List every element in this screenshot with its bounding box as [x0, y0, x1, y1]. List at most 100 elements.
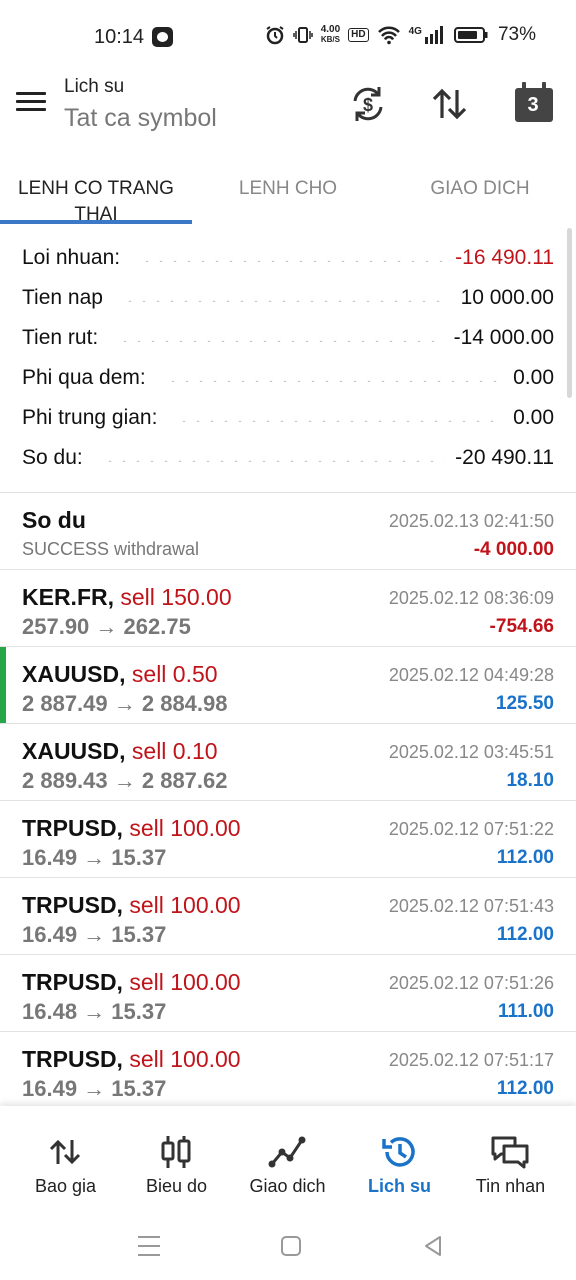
- candlestick-chart-icon: [161, 1136, 191, 1168]
- dotted-leader: [122, 300, 451, 302]
- summary-value: 0.00: [513, 406, 554, 429]
- trade-time: 2025.02.12 04:49:28: [388, 665, 554, 685]
- recent-apps-button[interactable]: [134, 1232, 164, 1260]
- history-tabs: LENH CO TRANG THAI LENH CHO GIAO DICH: [0, 162, 576, 225]
- currency-refresh-button[interactable]: $: [348, 84, 388, 124]
- nav-trade[interactable]: Giao dich: [230, 1106, 345, 1210]
- page-title: Lich su: [64, 76, 125, 97]
- trade-side: sell 0.10: [131, 738, 218, 764]
- chat-messages-icon: [491, 1136, 529, 1169]
- hamburger-menu-icon: [16, 92, 46, 95]
- nav-label: Giao dich: [249, 1176, 326, 1196]
- summary-row-profit: Loi nhuan: -16 490.11: [22, 238, 554, 278]
- nav-label: Bao gia: [34, 1176, 97, 1196]
- summary-row-commission: Phi trung gian: 0.00: [22, 398, 554, 438]
- back-button[interactable]: [418, 1232, 448, 1260]
- network-speed: 4.00 KB/S: [320, 24, 341, 45]
- scrollbar[interactable]: [567, 228, 572, 398]
- calendar-button[interactable]: 3: [514, 82, 554, 122]
- summary-row-withdrawal: Tien rut: -14 000.00: [22, 318, 554, 358]
- summary-panel: Loi nhuan: -16 490.11 Tien nap 10 000.00…: [22, 238, 554, 478]
- trade-prices: 16.49 → 15.37: [22, 845, 167, 870]
- summary-label: Phi qua dem:: [22, 366, 146, 389]
- tab-orders[interactable]: LENH CHO: [192, 176, 384, 202]
- trade-side: sell 0.50: [131, 661, 218, 687]
- cell-signal-icon: [424, 26, 443, 44]
- battery-icon: [453, 27, 488, 43]
- currency-exchange-icon: $: [353, 87, 383, 121]
- tab-deals[interactable]: GIAO DICH: [384, 176, 576, 202]
- balance-entry[interactable]: So du SUCCESS withdrawal 2025.02.13 02:4…: [0, 492, 576, 569]
- battery-percent: 73%: [497, 24, 536, 45]
- hd-badge: HD: [348, 28, 369, 42]
- nav-chart[interactable]: Bieu do: [119, 1106, 234, 1210]
- trade-time: 2025.02.12 08:36:09: [388, 588, 554, 608]
- dotted-leader: [165, 380, 504, 382]
- trade-row[interactable]: TRPUSD, sell 100.00 16.49 → 15.37 2025.0…: [0, 1031, 576, 1108]
- summary-label: Phi trung gian:: [22, 406, 158, 429]
- active-tab-indicator: [0, 220, 192, 224]
- trade-symbol: XAUUSD, sell 0.10: [22, 738, 218, 764]
- trade-side: sell 100.00: [129, 815, 241, 841]
- menu-button[interactable]: [16, 90, 48, 116]
- home-button[interactable]: [276, 1232, 306, 1260]
- dotted-leader: [140, 260, 446, 262]
- symbol-filter[interactable]: Tat ca symbol: [64, 104, 217, 133]
- entry-amount: -4 000.00: [473, 539, 554, 560]
- summary-label: Tien rut:: [22, 326, 99, 349]
- bottom-navigation: Bao gia Bieu do Giao dich Lich su Tin nh…: [0, 1106, 576, 1210]
- history-clock-icon: [382, 1137, 415, 1167]
- trade-side: sell 100.00: [129, 1046, 241, 1072]
- trade-side: sell 100.00: [129, 892, 241, 918]
- trade-profit: 112.00: [496, 924, 554, 945]
- trade-profit: 18.10: [506, 770, 554, 791]
- trade-row[interactable]: TRPUSD, sell 100.00 16.48 → 15.37 2025.0…: [0, 954, 576, 1031]
- trade-line-icon: [268, 1136, 306, 1168]
- nav-quotes[interactable]: Bao gia: [8, 1106, 123, 1210]
- vibrate-icon: [292, 27, 313, 43]
- status-bar: 10:14 4.00 KB/S HD 4G 73%: [0, 0, 576, 72]
- summary-value: -14 000.00: [453, 326, 554, 349]
- nav-messages[interactable]: Tin nhan: [453, 1106, 568, 1210]
- trade-side: sell 150.00: [120, 584, 232, 610]
- trade-prices: 2 887.49 → 2 884.98: [22, 691, 228, 716]
- trade-symbol: TRPUSD, sell 100.00: [22, 815, 241, 841]
- trade-symbol: TRPUSD, sell 100.00: [22, 1046, 241, 1072]
- summary-value: -16 490.11: [455, 246, 554, 269]
- trade-row[interactable]: XAUUSD, sell 0.50 2 887.49 → 2 884.98 20…: [0, 646, 576, 724]
- trade-row[interactable]: KER.FR, sell 150.00 257.90 → 262.75 2025…: [0, 569, 576, 646]
- trade-time: 2025.02.12 07:51:22: [388, 819, 554, 839]
- trade-time: 2025.02.12 07:51:26: [388, 973, 554, 993]
- app-header: Lich su Tat ca symbol $ 3: [0, 72, 576, 162]
- calendar-day: 3: [527, 94, 539, 116]
- trade-symbol: TRPUSD, sell 100.00: [22, 969, 241, 995]
- trade-symbol: TRPUSD, sell 100.00: [22, 892, 241, 918]
- summary-row-swap: Phi qua dem: 0.00: [22, 358, 554, 398]
- entry-time: 2025.02.13 02:41:50: [388, 511, 554, 531]
- trade-prices: 2 889.43 → 2 887.62: [22, 768, 228, 793]
- trade-time: 2025.02.12 07:51:43: [388, 896, 554, 916]
- trade-symbol: XAUUSD, sell 0.50: [22, 661, 218, 687]
- status-time: 10:14: [94, 26, 145, 48]
- sort-arrows-icon: [432, 88, 467, 120]
- trade-row[interactable]: TRPUSD, sell 100.00 16.49 → 15.37 2025.0…: [0, 800, 576, 877]
- trade-row[interactable]: XAUUSD, sell 0.10 2 889.43 → 2 887.62 20…: [0, 723, 576, 800]
- trade-prices: 16.49 → 15.37: [22, 1076, 167, 1101]
- summary-row-deposit: Tien nap 10 000.00: [22, 278, 554, 318]
- summary-row-balance: So du: -20 490.11: [22, 438, 554, 478]
- wifi-icon: [377, 26, 400, 45]
- alarm-icon: [266, 26, 284, 45]
- trade-profit: 112.00: [496, 1078, 554, 1099]
- entry-title: So du: [22, 507, 86, 533]
- sort-button[interactable]: [430, 84, 470, 124]
- back-triangle-icon: [425, 1236, 441, 1256]
- trade-row[interactable]: TRPUSD, sell 100.00 16.49 → 15.37 2025.0…: [0, 877, 576, 954]
- trade-time: 2025.02.12 07:51:17: [388, 1050, 554, 1070]
- quotes-arrows-icon: [49, 1139, 81, 1165]
- summary-label: Loi nhuan:: [22, 246, 121, 269]
- notification-app-icon: [152, 27, 173, 47]
- nav-history[interactable]: Lich su: [342, 1106, 457, 1210]
- trade-profit: 125.50: [495, 693, 554, 714]
- trade-profit: 111.00: [497, 1001, 554, 1022]
- trade-side: sell 100.00: [129, 969, 241, 995]
